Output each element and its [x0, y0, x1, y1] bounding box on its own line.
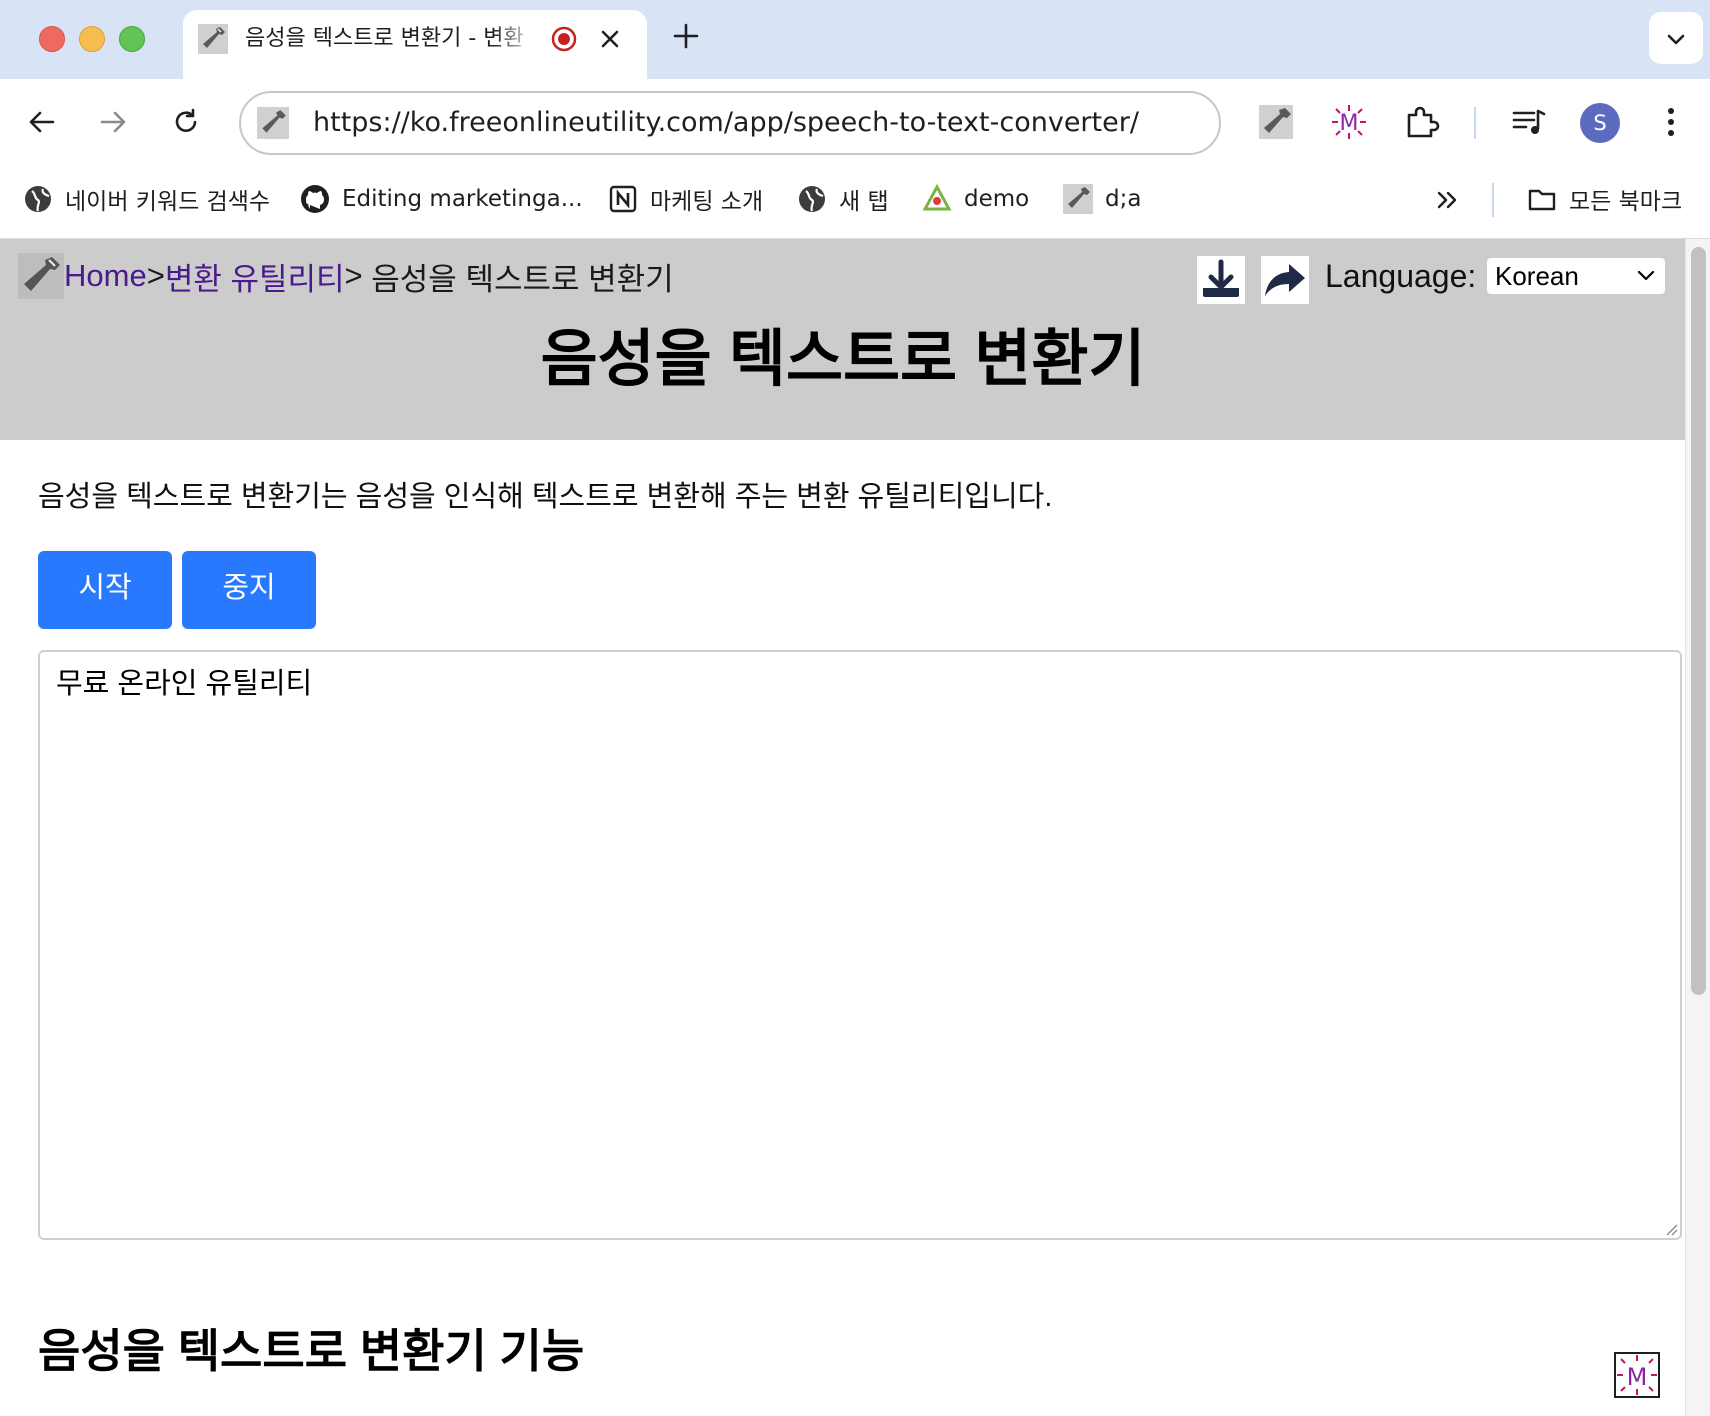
- breadcrumb-current: 음성을 텍스트로 변환기: [362, 261, 674, 297]
- breadcrumb-home-link[interactable]: Home: [64, 258, 147, 294]
- share-arrow-icon: [1265, 264, 1305, 296]
- wrench-extension-icon[interactable]: [1257, 103, 1295, 141]
- breadcrumb-category-link[interactable]: 변환 유틸리티: [165, 254, 345, 299]
- page-description: 음성을 텍스트로 변환기는 음성을 인식해 텍스트로 변환해 주는 변환 유틸리…: [38, 481, 1053, 513]
- transcript-text: 무료 온라인 유틸리티: [56, 668, 313, 700]
- svg-text:M: M: [1340, 111, 1359, 136]
- mate-extension-icon[interactable]: M: [1330, 103, 1368, 141]
- bookmark-label: 네이버 키워드 검색수: [65, 189, 271, 215]
- bookmark-label: d;a: [1105, 186, 1142, 212]
- reload-icon[interactable]: [171, 107, 201, 137]
- start-button[interactable]: 시작: [38, 551, 172, 629]
- stop-button[interactable]: 중지: [182, 551, 316, 629]
- notion-icon: [609, 185, 637, 213]
- bookmark-item[interactable]: demo: [922, 181, 1029, 217]
- scrollbar-thumb[interactable]: [1691, 247, 1706, 995]
- maximize-window-button[interactable]: [119, 26, 145, 52]
- site-wrench-icon[interactable]: [257, 107, 289, 139]
- svg-text:M: M: [1627, 1363, 1648, 1391]
- minimize-window-button[interactable]: [79, 26, 105, 52]
- globe-icon: [25, 186, 51, 212]
- bookmark-label: 새 탭: [839, 189, 889, 215]
- all-bookmarks-folder[interactable]: 모든 북마크: [1527, 181, 1682, 217]
- more-menu-icon[interactable]: [1652, 103, 1690, 141]
- transcript-textarea[interactable]: 무료 온라인 유틸리티: [38, 650, 1682, 1240]
- tab-title: 음성을 텍스트로 변환기 - 변환: [245, 26, 524, 51]
- page-header: Home > 변환 유틸리티 > 음성을 텍스트로 변환기 Language: …: [0, 239, 1686, 440]
- bookmark-item[interactable]: d;a: [1063, 181, 1141, 217]
- url-text[interactable]: https://ko.freeonlineutility.com/app/spe…: [313, 93, 1139, 153]
- page-viewport: Home > 변환 유틸리티 > 음성을 텍스트로 변환기 Language: …: [0, 239, 1710, 1416]
- bookmark-item[interactable]: 새 탭: [797, 181, 889, 217]
- toolbar-separator: [1474, 107, 1476, 139]
- wrench-icon: [198, 24, 228, 54]
- bookmark-label: 마케팅 소개: [650, 189, 764, 215]
- bookmark-label: Editing marketinga...: [342, 186, 583, 212]
- site-logo-wrench-icon[interactable]: [18, 253, 64, 299]
- bookmark-item[interactable]: 네이버 키워드 검색수: [23, 181, 270, 217]
- folder-icon: [1528, 189, 1556, 211]
- bookmark-item[interactable]: Editing marketinga...: [300, 181, 583, 217]
- resize-grip-icon[interactable]: [1664, 1222, 1678, 1236]
- features-heading: 음성을 텍스트로 변환기 기능: [38, 1325, 585, 1377]
- chevron-down-icon: [1667, 34, 1685, 45]
- close-window-button[interactable]: [39, 26, 65, 52]
- active-tab[interactable]: 음성을 텍스트로 변환기 - 변환: [183, 10, 647, 79]
- bookmarks-separator: [1492, 183, 1494, 217]
- browser-toolbar: https://ko.freeonlineutility.com/app/spe…: [0, 79, 1710, 165]
- recording-indicator-icon: [551, 26, 577, 52]
- download-icon: [1203, 259, 1239, 297]
- github-icon: [301, 185, 329, 213]
- forward-arrow-icon[interactable]: [98, 107, 128, 137]
- more-bookmarks-chevron-icon[interactable]: [1432, 185, 1462, 215]
- breadcrumb-separator: >: [344, 258, 363, 293]
- vertical-scrollbar[interactable]: [1685, 239, 1710, 1416]
- breadcrumb-separator: >: [146, 258, 165, 293]
- close-tab-icon[interactable]: [597, 26, 623, 52]
- bookmark-label: demo: [964, 186, 1030, 212]
- profile-avatar[interactable]: S: [1580, 103, 1620, 143]
- mate-floating-icon[interactable]: M: [1613, 1351, 1661, 1399]
- chevron-down-icon: [1637, 270, 1655, 281]
- language-selected-value: Korean: [1495, 261, 1579, 291]
- bookmark-item[interactable]: 마케팅 소개: [608, 181, 763, 217]
- back-arrow-icon[interactable]: [27, 107, 57, 137]
- bookmarks-bar: 네이버 키워드 검색수 Editing marketinga... 마케팅 소개…: [0, 165, 1710, 239]
- new-tab-plus-icon[interactable]: [672, 22, 700, 50]
- wrench-icon: [1063, 184, 1093, 214]
- breadcrumb: Home > 변환 유틸리티 > 음성을 텍스트로 변환기: [18, 253, 674, 299]
- language-label: Language:: [1325, 258, 1477, 294]
- download-button[interactable]: [1197, 256, 1245, 304]
- all-bookmarks-label: 모든 북마크: [1569, 189, 1683, 215]
- globe-icon: [799, 186, 825, 212]
- address-bar[interactable]: https://ko.freeonlineutility.com/app/spe…: [239, 91, 1221, 155]
- tab-search-button[interactable]: [1649, 12, 1703, 64]
- share-button[interactable]: [1261, 256, 1309, 304]
- puzzle-extensions-icon[interactable]: [1402, 103, 1440, 141]
- media-queue-icon[interactable]: [1510, 103, 1548, 141]
- page-title: 음성을 텍스트로 변환기: [540, 325, 1146, 394]
- tab-strip: 음성을 텍스트로 변환기 - 변환: [0, 0, 1710, 79]
- language-select[interactable]: Korean: [1487, 258, 1665, 294]
- recycle-icon: [922, 184, 952, 211]
